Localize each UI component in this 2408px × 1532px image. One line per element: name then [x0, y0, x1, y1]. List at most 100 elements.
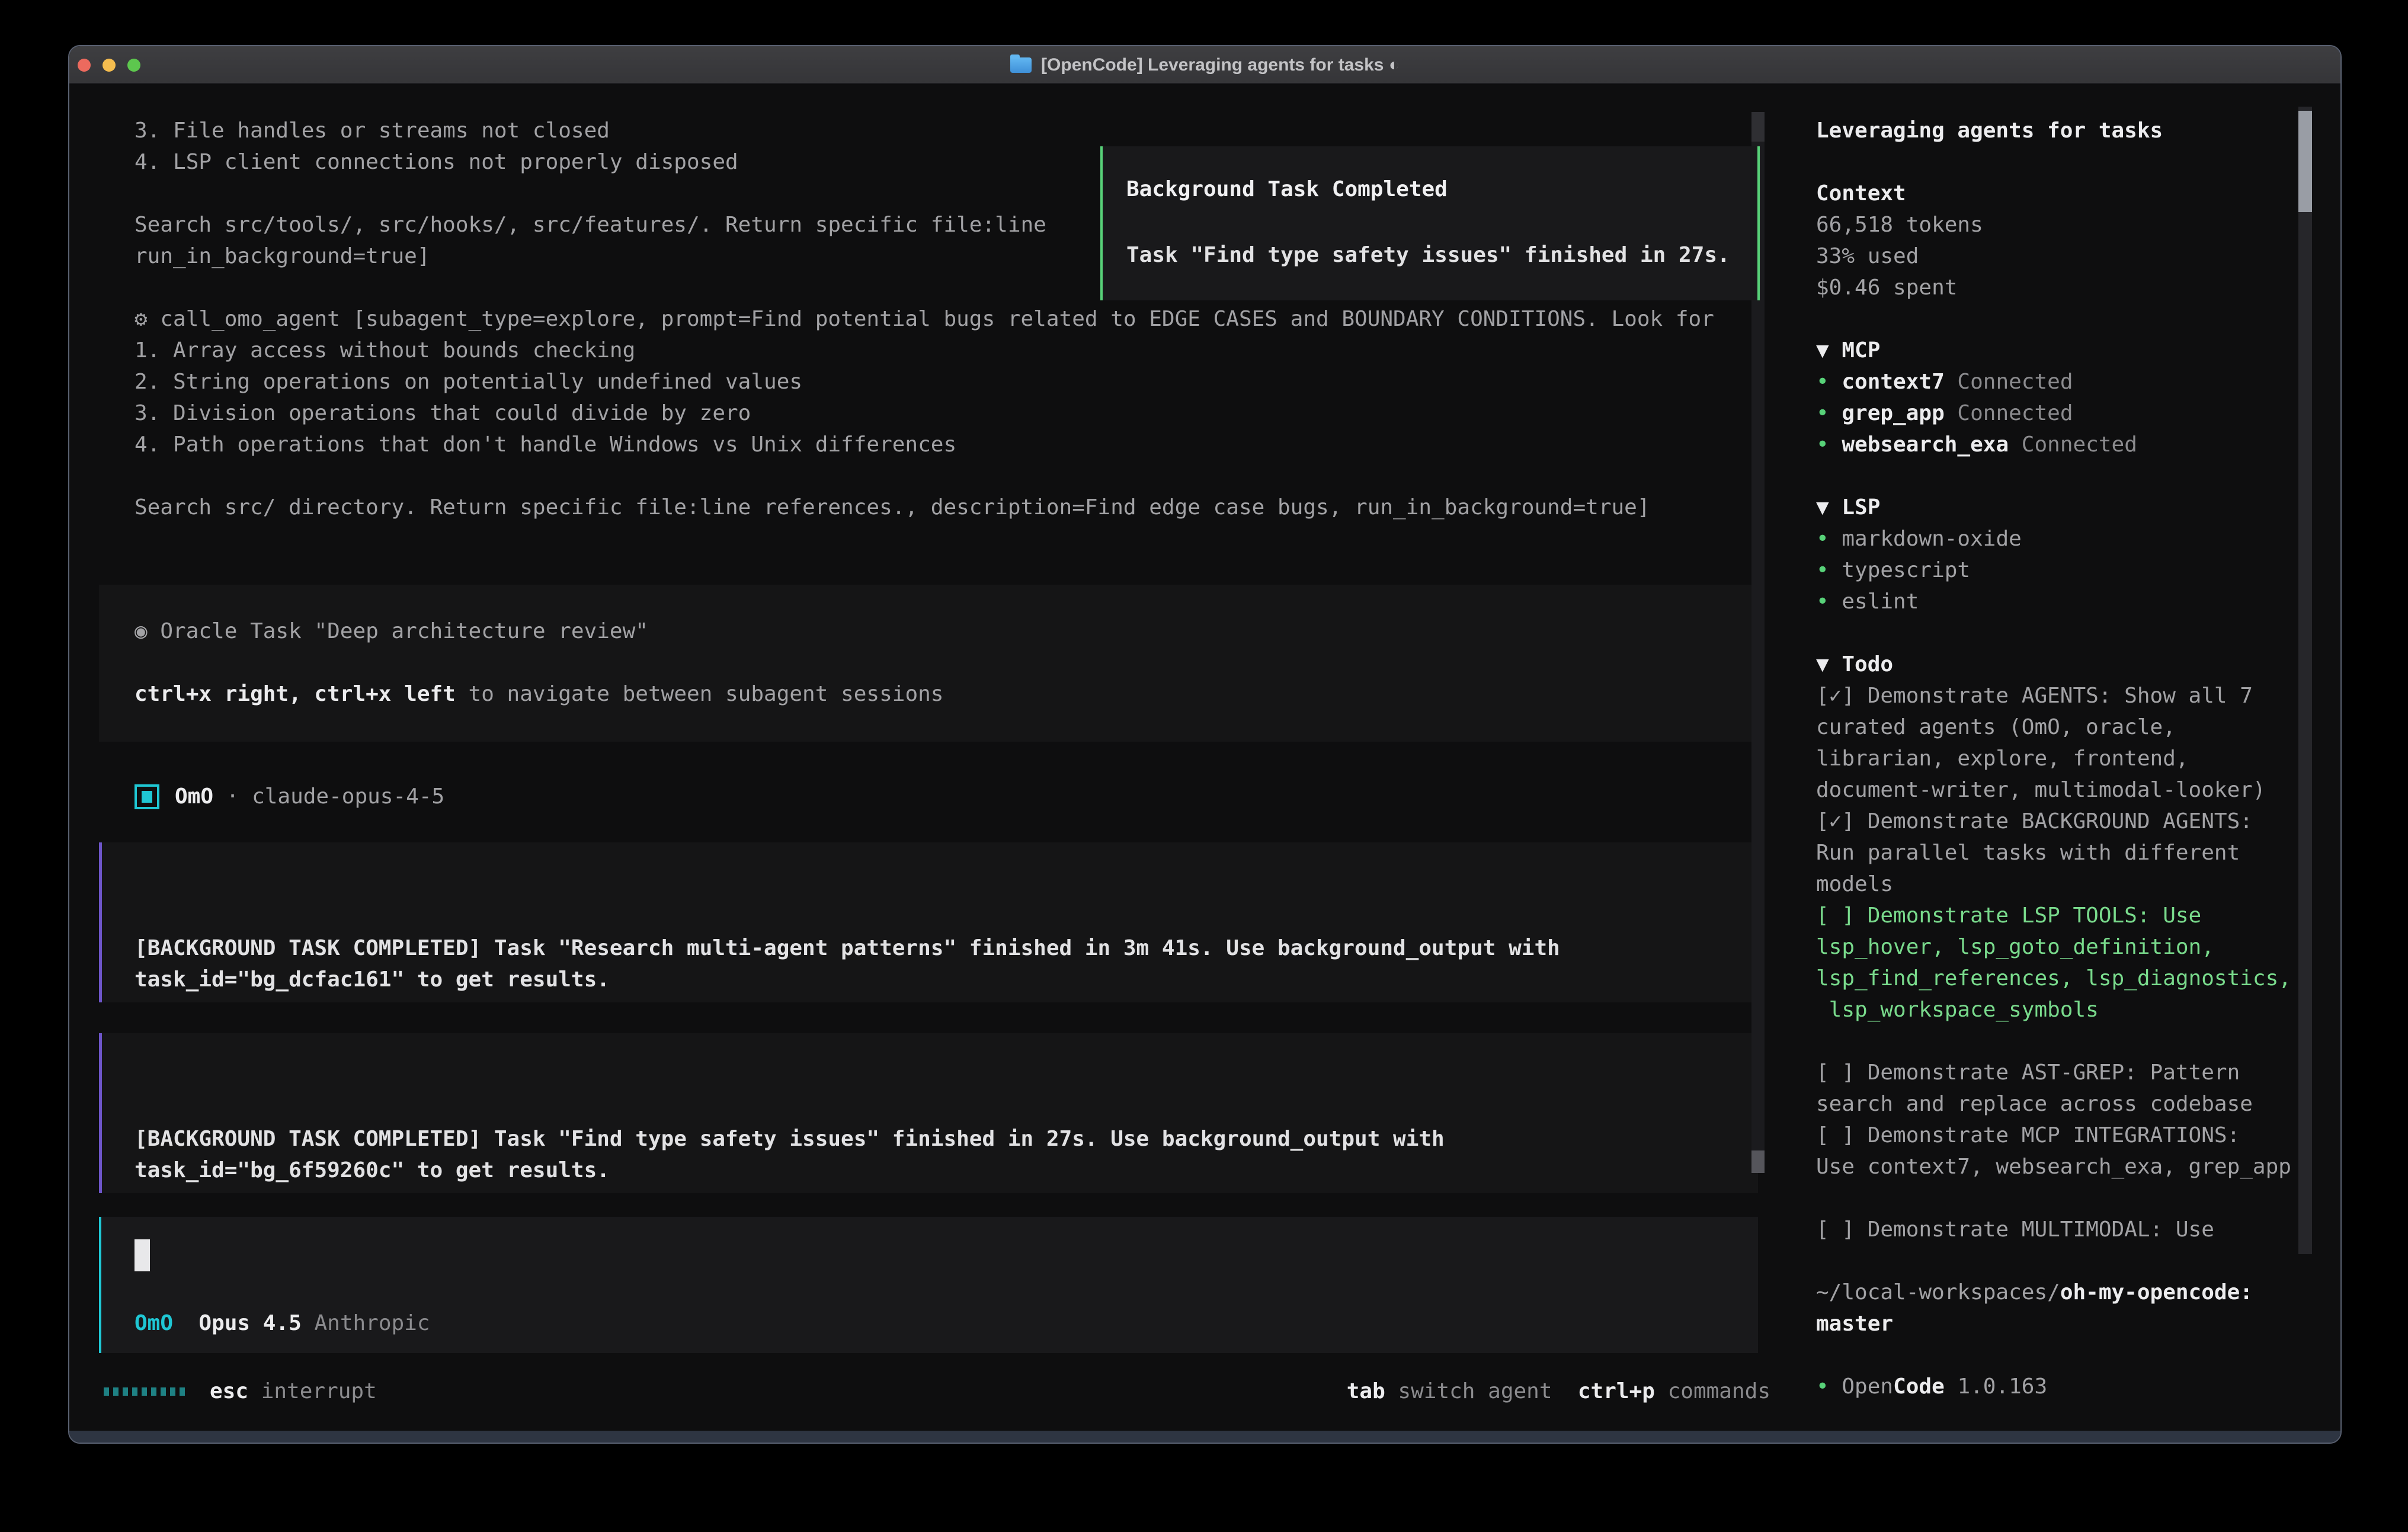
input-provider-label: Anthropic	[314, 1311, 430, 1335]
terminal-line: models	[1816, 868, 2342, 900]
spinner-dot	[151, 1387, 156, 1396]
terminal-line: [ ] Demonstrate MCP INTEGRATIONS:	[1816, 1120, 2342, 1151]
esc-key-hint: esc	[210, 1379, 248, 1403]
terminal-line: [✓] Demonstrate BACKGROUND AGENTS:	[1816, 806, 2342, 837]
spinner-dot	[104, 1387, 109, 1396]
task-box: [BACKGROUND TASK COMPLETED] Task "Resear…	[99, 842, 1758, 1002]
terminal-line: ▼ LSP	[1816, 492, 2342, 523]
terminal-line: 2. String operations on potentially unde…	[135, 366, 1761, 398]
sidebar: Leveraging agents for tasks Context66,51…	[1816, 115, 2342, 1402]
input-agent-label: OmO	[135, 1311, 173, 1335]
gap	[302, 1311, 315, 1335]
statusbar-right: tab switch agent ctrl+p commands	[1347, 1379, 1770, 1403]
sidebar-scrollbar-thumb[interactable]	[2298, 111, 2312, 212]
terminal-line: [ ] Demonstrate LSP TOOLS: Use	[1816, 900, 2342, 931]
terminal-line: Search src/ directory. Return specific f…	[135, 492, 1761, 523]
spinner-dot	[113, 1387, 119, 1396]
sidebar-scrollbar[interactable]	[2298, 107, 2312, 1254]
terminal-line: Context	[1816, 178, 2342, 209]
terminal-line: • typescript	[1816, 555, 2342, 586]
terminal-line: 3. Division operations that could divide…	[135, 398, 1761, 429]
agent-checkbox-icon	[135, 784, 159, 809]
window-title-wrap: [OpenCode] Leveraging agents for tasks ◐	[69, 46, 2340, 84]
terminal-line: ctrl+x right, ctrl+x left to navigate be…	[135, 678, 1758, 710]
terminal-line: • context7 Connected	[1816, 366, 2342, 398]
notification-title: Background Task Completed	[1126, 174, 1736, 205]
spinner-dot	[123, 1387, 128, 1396]
titlebar: [OpenCode] Leveraging agents for tasks ◐	[69, 46, 2340, 84]
terminal-line: • OpenCode 1.0.163	[1816, 1371, 2342, 1402]
terminal-line	[1816, 146, 2342, 178]
terminal-line: document-writer, multimodal-looker)	[1816, 774, 2342, 806]
agent-name: OmO	[175, 784, 213, 809]
terminal-line	[1816, 1245, 2342, 1277]
ctrlp-action-label: commands	[1655, 1379, 1770, 1403]
terminal-line: ◉ Oracle Task "Deep architecture review"	[135, 616, 1758, 647]
terminal-line: lsp_workspace_symbols	[1816, 994, 2342, 1025]
terminal-line: lsp_hover, lsp_goto_definition,	[1816, 931, 2342, 963]
terminal-line: • websearch_exa Connected	[1816, 429, 2342, 460]
input-model-label: Opus 4.5	[198, 1311, 301, 1335]
terminal-line: ⚙ call_omo_agent [subagent_type=explore,…	[135, 303, 1761, 335]
terminal-line: librarian, explore, frontend,	[1816, 743, 2342, 774]
terminal-line: [BACKGROUND TASK COMPLETED] Task "Find t…	[135, 1123, 1758, 1155]
window-bottom-edge	[69, 1431, 2340, 1443]
spinner-dot	[132, 1387, 137, 1396]
terminal-line: 1. Array access without bounds checking	[135, 335, 1761, 366]
terminal-line	[1816, 460, 2342, 492]
notification-toast: Background Task Completed Task "Find typ…	[1100, 146, 1760, 300]
folder-icon	[1010, 57, 1032, 73]
spinner-dot	[170, 1387, 175, 1396]
tab-action-label: switch agent	[1385, 1379, 1552, 1403]
task-box: [BACKGROUND TASK COMPLETED] Task "Find t…	[99, 1033, 1758, 1193]
agent-separator: ·	[213, 784, 252, 809]
terminal-line	[1816, 303, 2342, 335]
terminal-line: • markdown-oxide	[1816, 523, 2342, 555]
terminal-line: task_id="bg_dcfac161" to get results.	[135, 964, 1758, 995]
terminal-line: curated agents (OmO, oracle,	[1816, 711, 2342, 743]
input-footer: OmO Opus 4.5 Anthropic	[135, 1307, 430, 1339]
prompt-input[interactable]: OmO Opus 4.5 Anthropic	[99, 1217, 1758, 1353]
terminal-line	[135, 460, 1761, 492]
statusbar-left: esc interrupt	[104, 1379, 377, 1403]
task-box-lines: [BACKGROUND TASK COMPLETED] Task "Find t…	[135, 1123, 1758, 1186]
terminal-line: task_id="bg_6f59260c" to get results.	[135, 1155, 1758, 1186]
gap	[173, 1311, 198, 1335]
terminal-line: Run parallel tasks with different	[1816, 837, 2342, 868]
terminal-line: ▼ MCP	[1816, 335, 2342, 366]
terminal-line	[1816, 1025, 2342, 1057]
spinner-dot	[180, 1387, 185, 1396]
scrollbar-thumb[interactable]	[1751, 1150, 1765, 1173]
ctrlp-key-hint: ctrl+p	[1578, 1379, 1655, 1403]
oracle-task-panel: ◉ Oracle Task "Deep architecture review"…	[99, 585, 1758, 742]
terminal-line	[1816, 1339, 2342, 1371]
scrollbar-segment-top[interactable]	[1751, 112, 1765, 142]
spinner-dot	[161, 1387, 166, 1396]
terminal-line: ~/local-workspaces/oh-my-opencode:	[1816, 1277, 2342, 1308]
terminal-line: Use context7, websearch_exa, grep_app	[1816, 1151, 2342, 1182]
gap	[1552, 1379, 1578, 1403]
terminal-line: 66,518 tokens	[1816, 209, 2342, 241]
statusbar: esc interrupt tab switch agent ctrl+p co…	[104, 1376, 1770, 1407]
terminal-line	[1816, 1182, 2342, 1214]
spinner-dot	[142, 1387, 147, 1396]
esc-action-label: interrupt	[248, 1379, 377, 1403]
terminal-line	[135, 647, 1758, 678]
terminal-line: • eslint	[1816, 586, 2342, 617]
terminal-line: master	[1816, 1308, 2342, 1339]
agent-header: OmO · claude-opus-4-5	[135, 781, 444, 812]
terminal-line: 3. File handles or streams not closed	[135, 115, 1761, 146]
terminal-line: ▼ Todo	[1816, 649, 2342, 680]
terminal-line: [ ] Demonstrate MULTIMODAL: Use	[1816, 1214, 2342, 1245]
terminal-line: $0.46 spent	[1816, 272, 2342, 303]
text-cursor	[135, 1239, 150, 1271]
terminal-line: • grep_app Connected	[1816, 398, 2342, 429]
terminal-line: 4. Path operations that don't handle Win…	[135, 429, 1761, 460]
terminal-line: [✓] Demonstrate AGENTS: Show all 7	[1816, 680, 2342, 711]
spinner-dots	[104, 1387, 185, 1396]
agent-header-text: OmO · claude-opus-4-5	[175, 781, 444, 812]
agent-model: claude-opus-4-5	[252, 784, 444, 809]
terminal-line: [ ] Demonstrate AST-GREP: Pattern	[1816, 1057, 2342, 1088]
notification-body: Task "Find type safety issues" finished …	[1126, 239, 1736, 271]
terminal-line	[1816, 617, 2342, 649]
